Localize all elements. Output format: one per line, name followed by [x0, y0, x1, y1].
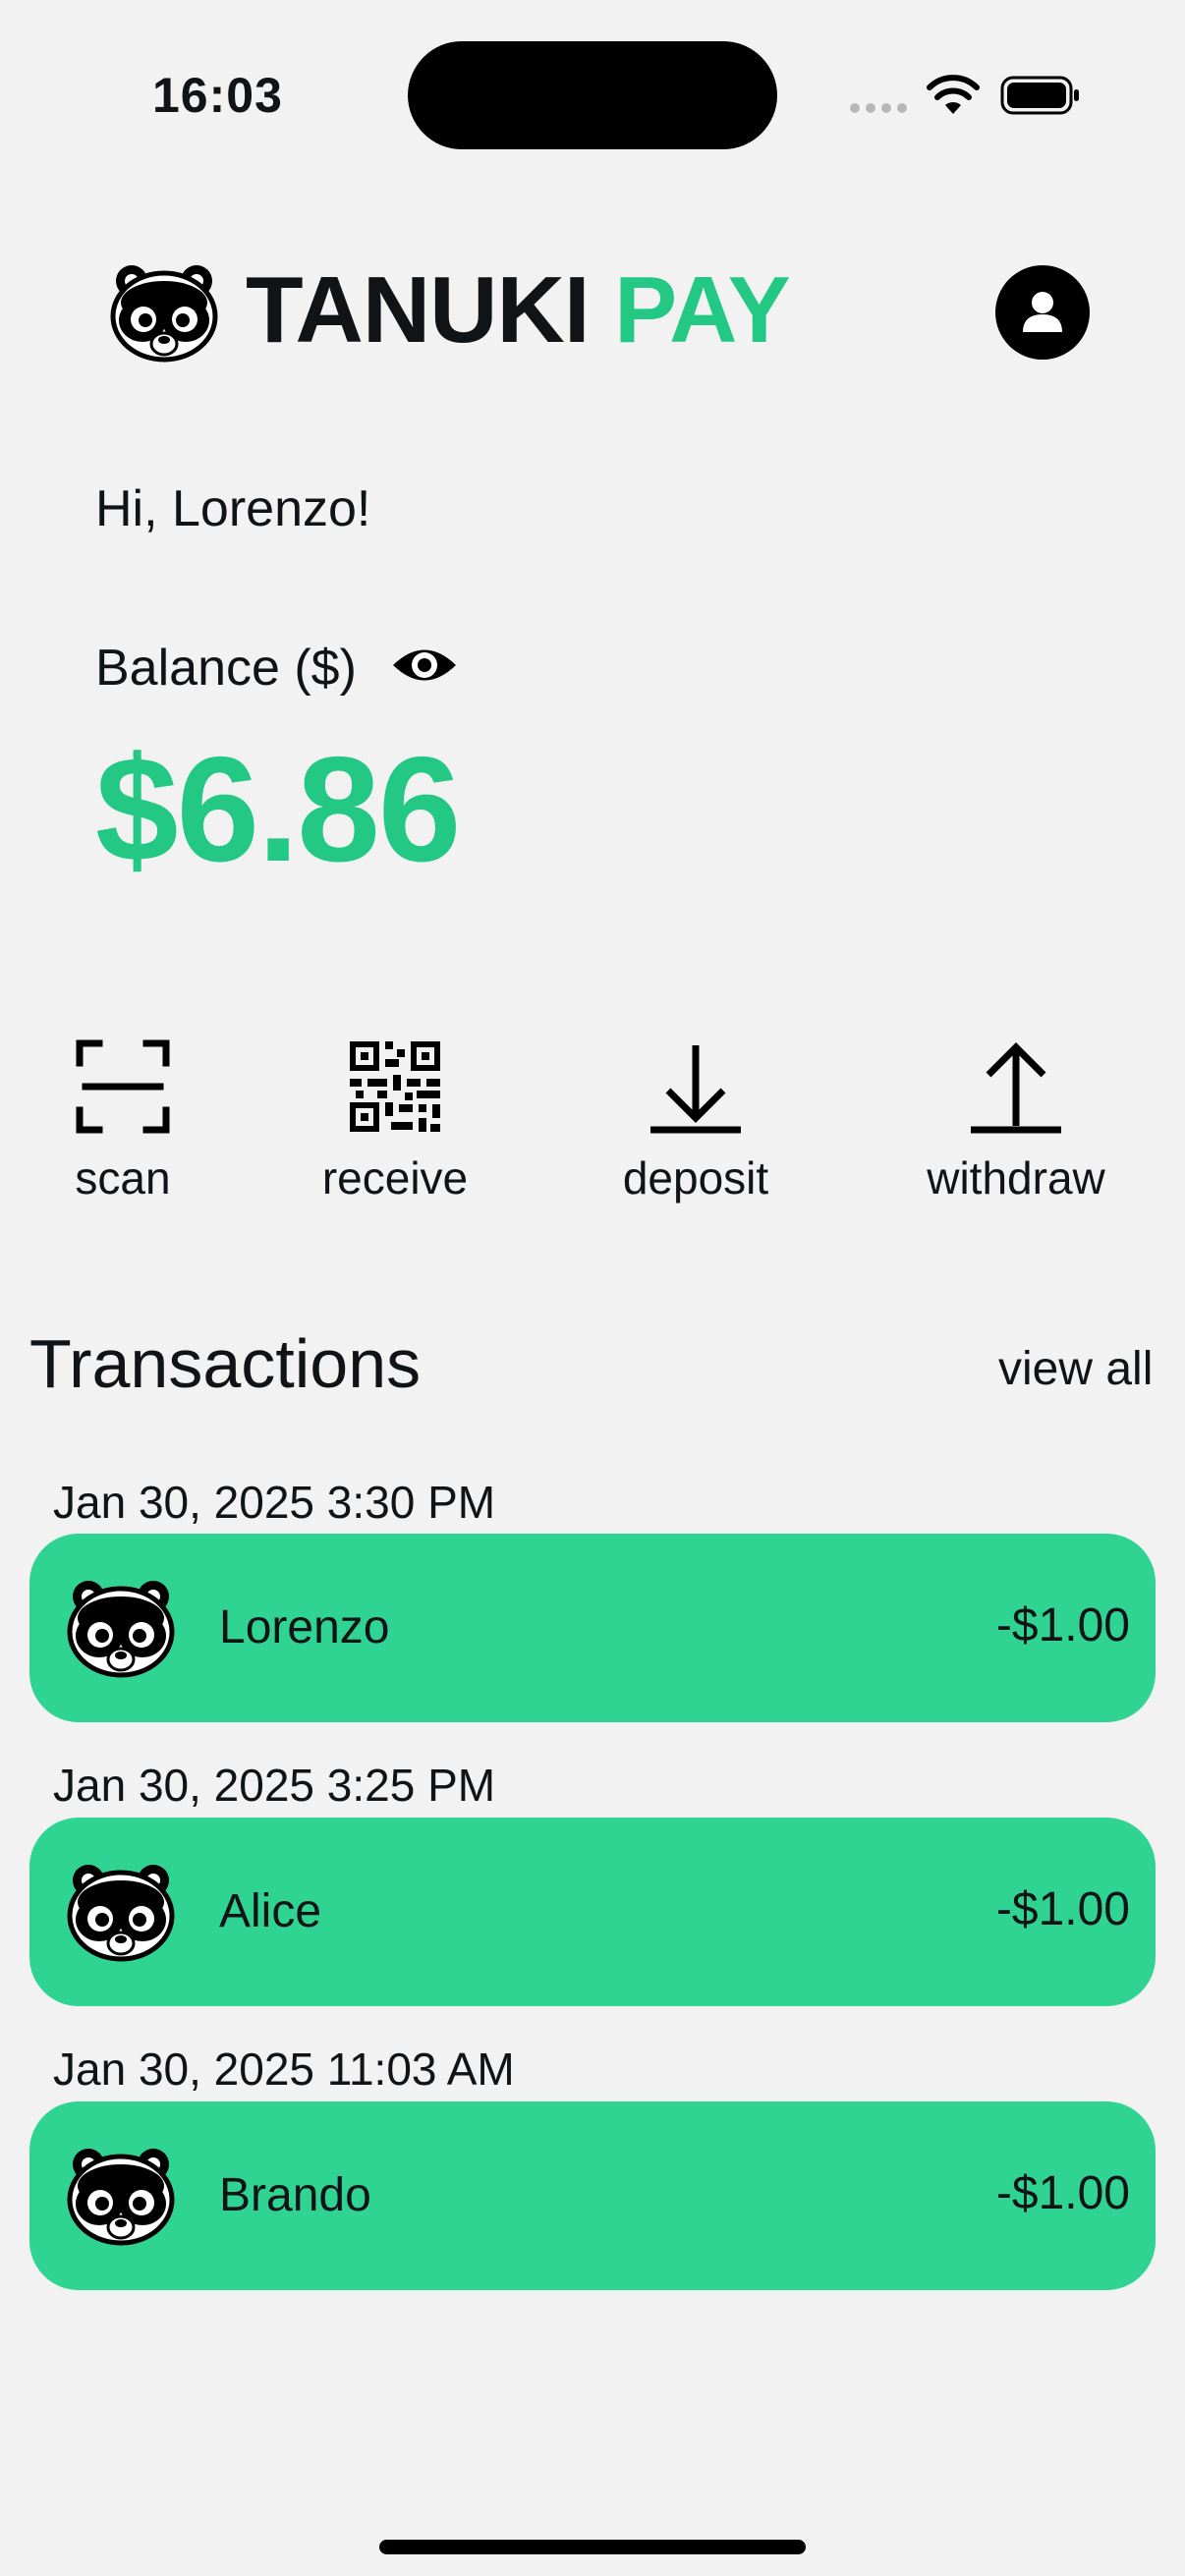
scan-label: scan — [75, 1152, 171, 1204]
withdraw-button[interactable]: withdraw — [898, 1039, 1134, 1204]
profile-button[interactable] — [995, 265, 1090, 360]
withdraw-label: withdraw — [927, 1152, 1105, 1204]
tanuki-avatar-icon — [65, 2145, 177, 2247]
cellular-signal-icon — [850, 103, 907, 113]
status-time: 16:03 — [152, 68, 283, 123]
brand-title: TANUKI PAY — [246, 263, 791, 358]
transactions-title: Transactions — [29, 1325, 422, 1402]
wifi-icon — [927, 75, 980, 114]
tanuki-avatar-icon — [65, 1577, 177, 1679]
deposit-button[interactable]: deposit — [578, 1039, 814, 1204]
transaction-date: Jan 30, 2025 11:03 AM — [53, 2044, 515, 2095]
eye-icon[interactable] — [391, 643, 458, 688]
transaction-name: Lorenzo — [219, 1601, 390, 1653]
balance-amount: $6.86 — [95, 726, 461, 893]
receive-label: receive — [321, 1152, 469, 1204]
balance-label: Balance ($) — [95, 640, 357, 697]
tanuki-logo-icon — [108, 261, 220, 364]
upload-arrow-icon — [971, 1042, 1061, 1134]
transaction-amount: -$1.00 — [995, 1599, 1130, 1652]
transaction-card[interactable]: Alice -$1.00 — [29, 1818, 1156, 2006]
dynamic-island — [408, 41, 777, 149]
transaction-date: Jan 30, 2025 3:30 PM — [53, 1477, 496, 1528]
transaction-name: Alice — [219, 1885, 322, 1937]
receive-button[interactable]: receive — [277, 1039, 513, 1204]
download-arrow-icon — [650, 1045, 741, 1134]
brand-title-part1: TANUKI — [246, 257, 590, 363]
home-indicator[interactable] — [379, 2540, 806, 2554]
scan-icon — [76, 1039, 170, 1134]
transaction-name: Brando — [219, 2169, 371, 2221]
brand-title-part2: PAY — [614, 257, 790, 363]
battery-icon — [1000, 76, 1079, 115]
view-all-link[interactable]: view all — [998, 1342, 1153, 1396]
tanuki-avatar-icon — [65, 1861, 177, 1963]
scan-button[interactable]: scan — [5, 1039, 241, 1204]
greeting-text: Hi, Lorenzo! — [95, 480, 371, 537]
transaction-card[interactable]: Brando -$1.00 — [29, 2101, 1156, 2290]
deposit-label: deposit — [622, 1152, 769, 1204]
user-icon — [1023, 292, 1062, 332]
transaction-date: Jan 30, 2025 3:25 PM — [53, 1760, 496, 1811]
transaction-amount: -$1.00 — [995, 1883, 1130, 1935]
transaction-amount: -$1.00 — [995, 2167, 1130, 2219]
transaction-card[interactable]: Lorenzo -$1.00 — [29, 1534, 1156, 1722]
qr-code-icon — [350, 1041, 440, 1132]
